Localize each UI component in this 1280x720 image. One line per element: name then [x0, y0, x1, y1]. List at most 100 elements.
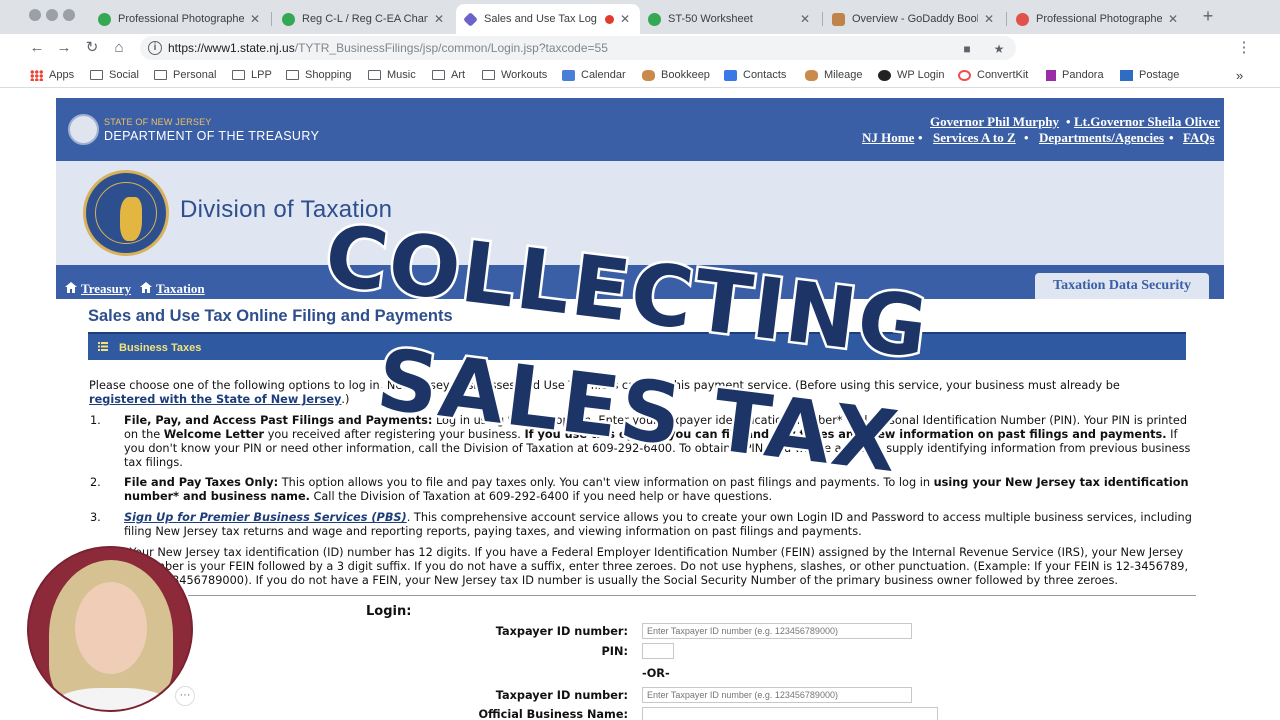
header-bullet: • [1024, 130, 1029, 145]
or-separator: -OR- [642, 667, 670, 680]
governor-link[interactable]: Governor Phil Murphy [930, 114, 1059, 130]
taxpayer-id-input[interactable] [642, 623, 912, 639]
pin-input[interactable] [642, 643, 674, 659]
bookmarks-bar: Apps Social Personal LPP Shopping Music … [0, 62, 1280, 88]
tab-sales-and-use-tax[interactable]: Sales and Use Tax Log ✕ [456, 4, 640, 34]
recording-icon [605, 14, 614, 24]
bookmark-wp-login[interactable]: WP Login [878, 67, 945, 83]
lpp-icon [1016, 12, 1029, 26]
treasury-link[interactable]: Treasury [65, 281, 131, 297]
site-info-icon[interactable]: i [148, 41, 162, 55]
bookmark-postage[interactable]: Postage [1120, 67, 1179, 83]
header-bullet: • [1169, 130, 1174, 145]
godaddy-icon [832, 12, 845, 26]
registered-with-nj-link[interactable]: registered with the State of New Jersey [89, 393, 341, 406]
folder-icon [154, 70, 167, 80]
taxpayer-id-input-2[interactable] [642, 687, 912, 703]
close-tab-icon[interactable]: ✕ [432, 12, 446, 26]
nj-home-link[interactable]: NJ Home [862, 130, 914, 146]
bookmark-convertkit[interactable]: ConvertKit [958, 67, 1028, 83]
reload-icon[interactable]: ↻ [82, 38, 102, 58]
page-title: Sales and Use Tax Online Filing and Paym… [88, 307, 453, 325]
tab-reg-cl[interactable]: Reg C-L / Reg C-EA Chang ✕ [274, 4, 454, 34]
bookmark-pandora[interactable]: Pandora [1046, 67, 1104, 83]
home-icon[interactable]: ⌂ [109, 38, 129, 58]
taxation-link[interactable]: Taxation [140, 281, 205, 297]
close-window-button[interactable] [29, 9, 41, 21]
folder-icon [90, 70, 103, 80]
maximize-window-button[interactable] [63, 9, 75, 21]
bookmark-label: Bookkeep [661, 69, 710, 81]
bookmark-label: Music [387, 69, 416, 81]
services-a-to-z-link[interactable]: Services A to Z [933, 130, 1016, 146]
bookmark-art[interactable]: Art [432, 67, 465, 83]
bookmark-contacts[interactable]: Contacts [724, 67, 786, 83]
close-tab-icon[interactable]: ✕ [982, 12, 996, 26]
bookmark-lpp[interactable]: LPP [232, 67, 272, 83]
nj-seal-icon [68, 114, 99, 145]
diamond-favicon-icon [463, 11, 478, 27]
evernote-icon [98, 12, 111, 26]
tab-label: Reg C-L / Reg C-EA Chang [302, 13, 428, 25]
list-icon [98, 342, 108, 351]
tab-label: ST-50 Worksheet [668, 13, 753, 25]
tab-bar: Professional Photographer ✕ Reg C-L / Re… [0, 0, 1280, 34]
bookmark-apps[interactable]: Apps [30, 67, 74, 83]
url-text: https://www1.state.nj.us/TYTR_BusinessFi… [168, 41, 608, 55]
hand-icon [642, 69, 655, 81]
browser-toolbar: ← → ↻ ⌂ i https://www1.state.nj.us/TYTR_… [0, 34, 1280, 90]
bookmark-label: Social [109, 69, 139, 81]
bookmark-label: Shopping [305, 69, 352, 81]
bookmark-music[interactable]: Music [368, 67, 416, 83]
tab-godaddy-bookkeeping[interactable]: Overview - GoDaddy Book ✕ [824, 4, 1004, 34]
bookmark-label: Apps [49, 69, 75, 81]
new-tab-button[interactable]: + [1198, 6, 1218, 28]
faqs-link[interactable]: FAQs [1183, 130, 1215, 146]
folder-icon [432, 70, 445, 80]
folder-icon [482, 70, 495, 80]
close-tab-icon[interactable]: ✕ [618, 12, 632, 26]
tab-professional-photographer-2[interactable]: Professional Photographer ✕ [1008, 4, 1188, 34]
taxpayer-id-label-2: Taxpayer ID number: [495, 689, 628, 702]
pandora-icon [1046, 69, 1056, 81]
menu-kebab-icon[interactable]: ⋮ [1234, 38, 1254, 58]
bookmark-social[interactable]: Social [90, 67, 139, 83]
footnote: *Your New Jersey tax identification (ID)… [124, 546, 1189, 587]
close-tab-icon[interactable]: ✕ [1166, 12, 1180, 26]
bookmark-label: Pandora [1062, 69, 1104, 81]
bookmark-star-icon[interactable]: ★ [992, 42, 1006, 56]
list-number: 3. [90, 511, 101, 524]
bookmark-label: WP Login [897, 69, 945, 81]
back-arrow-icon[interactable]: ← [27, 38, 47, 58]
tab-professional-photographer-1[interactable]: Professional Photographer ✕ [90, 4, 270, 34]
bookmark-mileage[interactable]: Mileage [805, 67, 863, 83]
folder-icon [368, 70, 381, 80]
bookmark-calendar[interactable]: Calendar [562, 67, 626, 83]
list-number: 2. [90, 476, 101, 489]
close-tab-icon[interactable]: ✕ [248, 12, 262, 26]
departments-agencies-link[interactable]: Departments/Agencies [1039, 130, 1164, 146]
tab-st50-worksheet[interactable]: ST-50 Worksheet ✕ [640, 4, 820, 34]
sign-up-pbs-link[interactable]: Sign Up for Premier Business Services (P… [124, 511, 407, 524]
close-tab-icon[interactable]: ✕ [798, 12, 812, 26]
lt-governor-link[interactable]: Lt.Governor Sheila Oliver [1074, 114, 1220, 130]
bookmark-shopping[interactable]: Shopping [286, 67, 352, 83]
taxation-data-security-tab[interactable]: Taxation Data Security [1035, 273, 1209, 299]
hand-icon [805, 69, 818, 81]
bookmark-workouts[interactable]: Workouts [482, 67, 547, 83]
forward-arrow-icon[interactable]: → [54, 38, 74, 58]
bookmark-personal[interactable]: Personal [154, 67, 216, 83]
bookmark-label: Mileage [824, 69, 863, 81]
header-bullet: • [918, 130, 923, 145]
bookmarks-overflow-button[interactable]: » [1236, 67, 1243, 83]
business-name-input[interactable] [642, 707, 938, 720]
address-bar[interactable]: i https://www1.state.nj.us/TYTR_Business… [140, 36, 1016, 60]
intro-paragraph: Please choose one of the following optio… [89, 379, 1120, 406]
nj-header: STATE OF NEW JERSEY DEPARTMENT OF THE TR… [56, 98, 1224, 161]
login-heading: Login: [366, 604, 412, 619]
bookmark-bookkeep[interactable]: Bookkeep [642, 67, 710, 83]
minimize-window-button[interactable] [46, 9, 58, 21]
page-viewport: STATE OF NEW JERSEY DEPARTMENT OF THE TR… [18, 88, 1262, 720]
camera-icon[interactable]: ■ [960, 42, 974, 56]
list-number: 1. [90, 414, 101, 427]
